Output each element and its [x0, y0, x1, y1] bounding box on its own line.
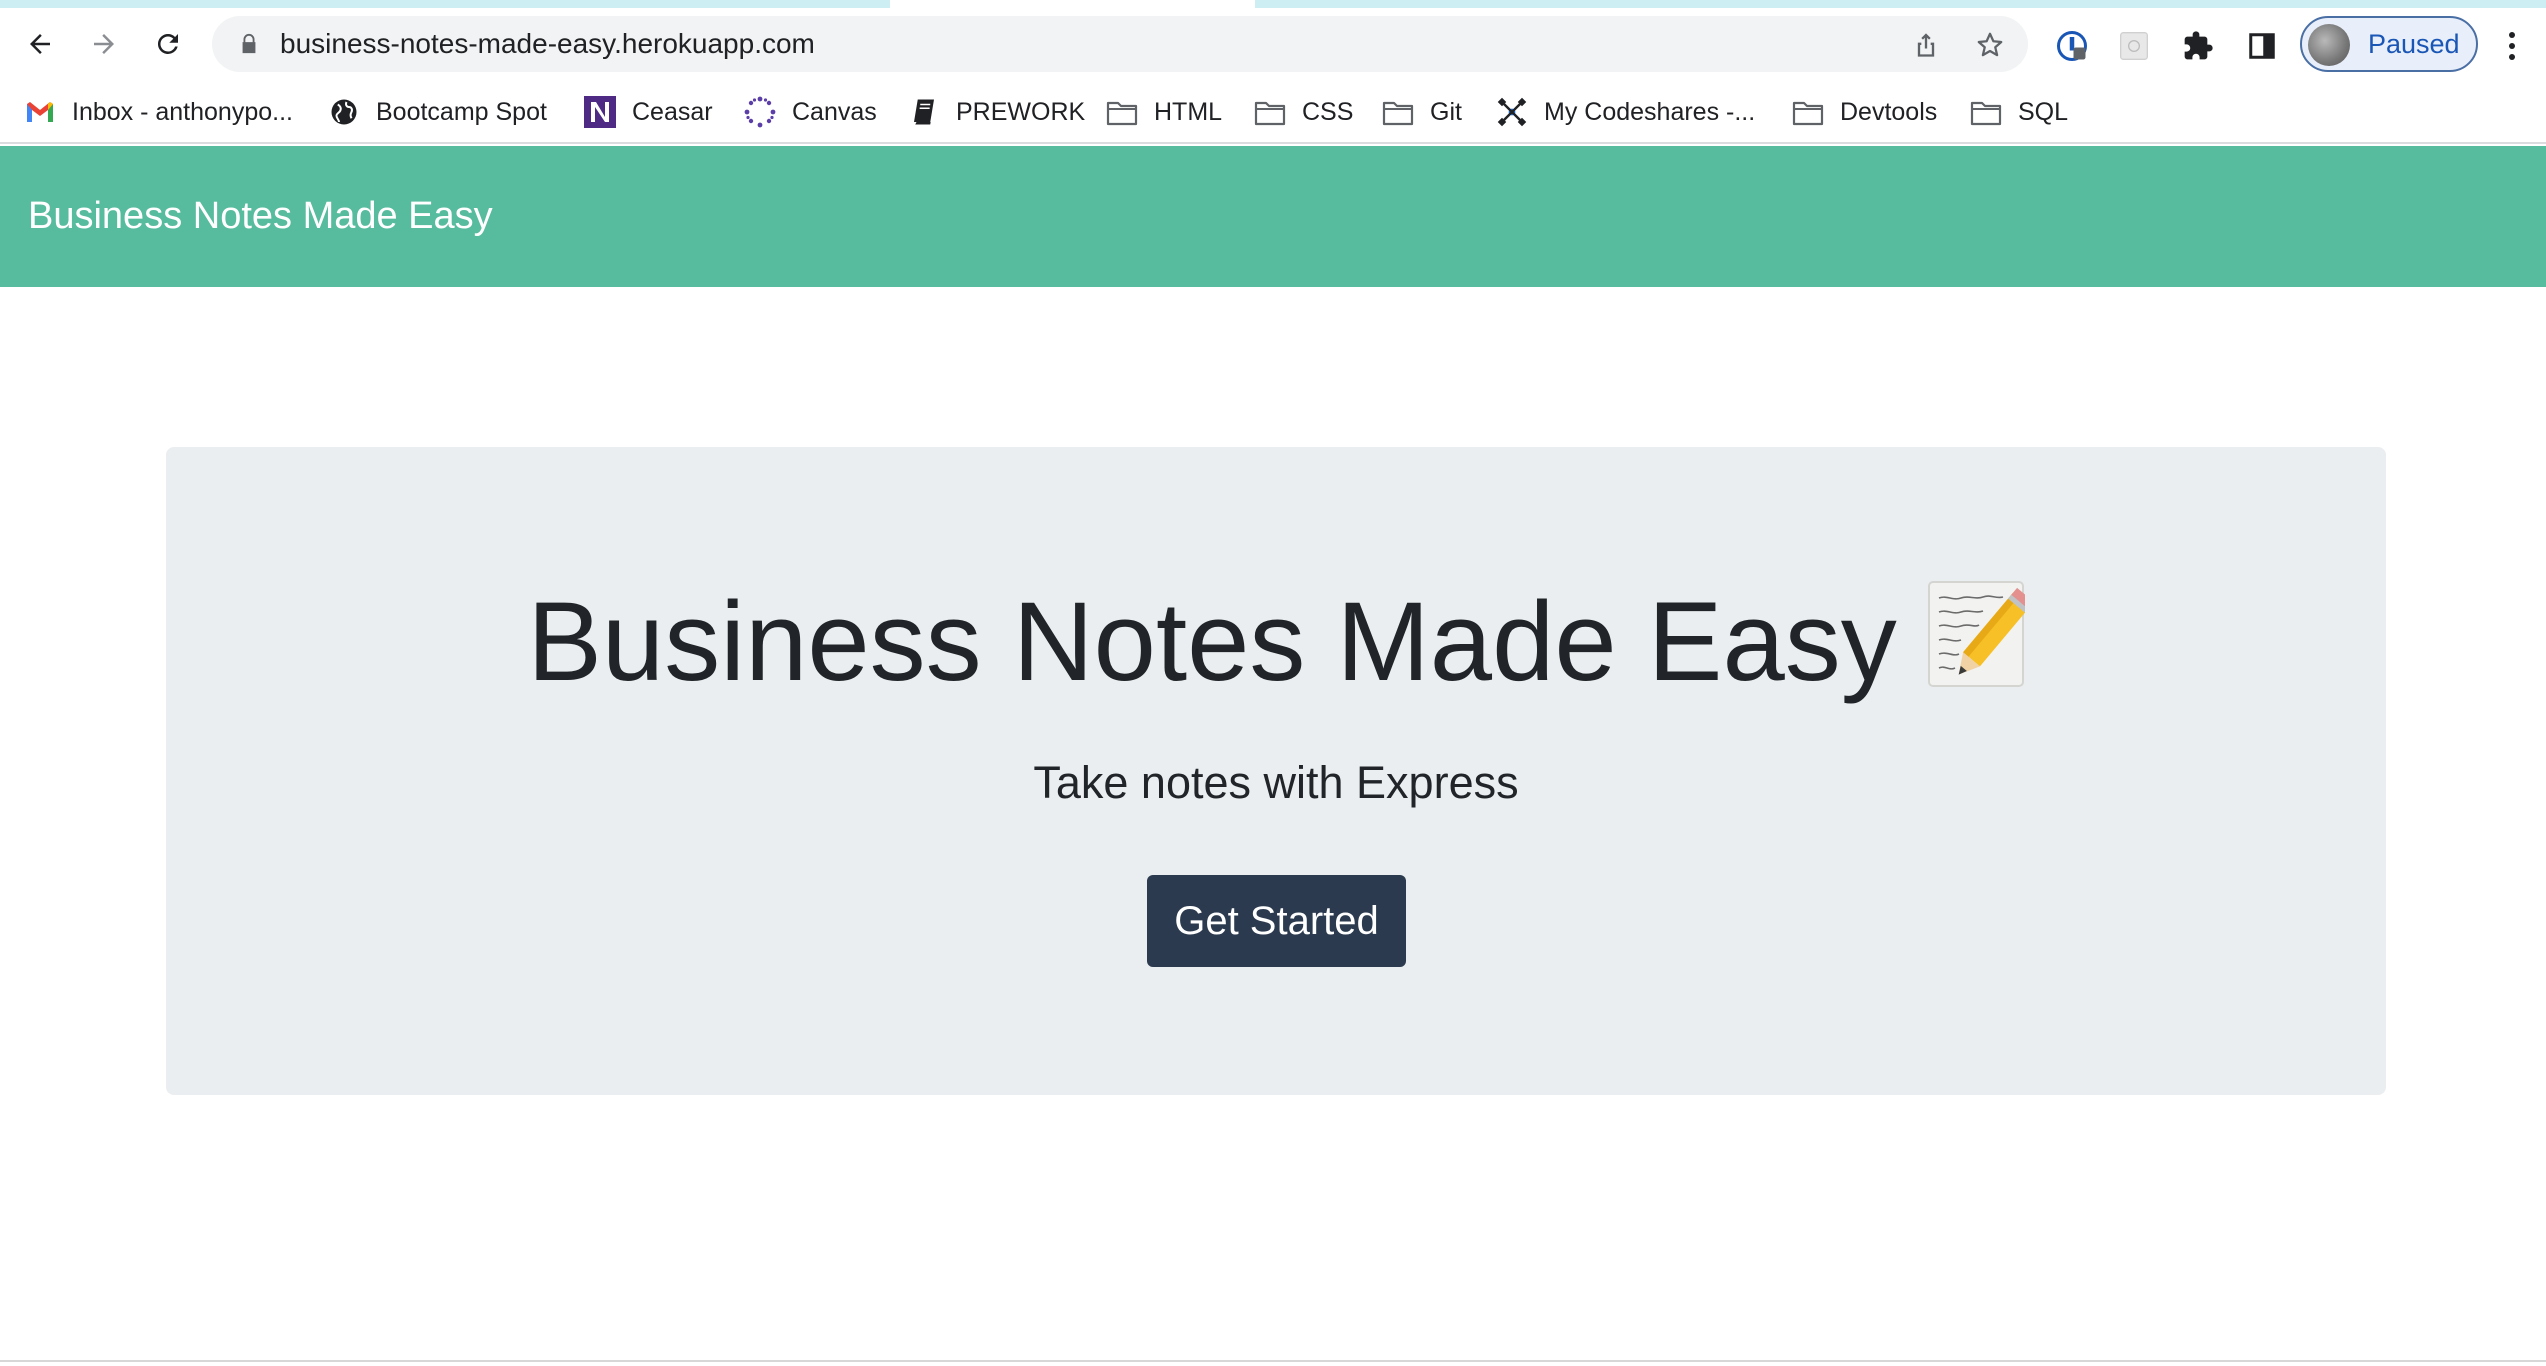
- divider: [0, 1360, 2546, 1362]
- bookmark-label: Bootcamp Spot: [376, 97, 547, 126]
- bookmark-label: SQL: [2018, 97, 2069, 126]
- bookmark-label: PREWORK: [956, 97, 1086, 126]
- arrow-left-icon: [30, 34, 50, 54]
- bookmark-folder-css[interactable]: CSS: [1254, 92, 1353, 132]
- reload-icon: [157, 33, 178, 54]
- forward-button[interactable]: [84, 24, 124, 64]
- active-tab[interactable]: [890, 0, 1255, 8]
- share-icon: [1917, 33, 1935, 57]
- share-button[interactable]: [1910, 29, 1942, 61]
- bookmark-ceasar[interactable]: Ceasar: [584, 92, 713, 132]
- bookmark-prework[interactable]: PREWORK: [908, 92, 1085, 132]
- site-navbar: Business Notes Made Easy: [0, 146, 2546, 287]
- folder-icon: [1792, 96, 1824, 128]
- bookmark-label: Ceasar: [632, 97, 713, 126]
- back-button[interactable]: [20, 24, 60, 64]
- extensions-button[interactable]: [2180, 28, 2216, 64]
- lock-icon[interactable]: [238, 33, 260, 55]
- bookmark-bootcamp-spot[interactable]: Bootcamp Spot: [328, 92, 547, 132]
- tab-strip: [0, 0, 2546, 8]
- bookmark-folder-html[interactable]: HTML: [1106, 92, 1222, 132]
- side-panel-icon: [2249, 33, 2275, 59]
- memo-icon: [1927, 578, 2034, 688]
- bookmark-label: Inbox - anthonypo...: [72, 97, 293, 126]
- bookmark-label: Git: [1430, 97, 1462, 126]
- hero-title-text: Business Notes Made Easy: [527, 579, 1897, 704]
- codeshare-icon: [1496, 96, 1528, 128]
- bookmark-label: Canvas: [792, 97, 877, 126]
- profile-button[interactable]: Paused: [2300, 16, 2478, 72]
- hero-jumbotron: Business Notes Made Easy Take notes with…: [166, 447, 2386, 1095]
- bookmark-label: My Codeshares -...: [1544, 97, 1756, 126]
- bookmark-canvas[interactable]: Canvas: [744, 92, 877, 132]
- folder-icon: [1254, 96, 1286, 128]
- bookmark-inbox[interactable]: Inbox - anthonypo...: [24, 92, 293, 132]
- extension-2[interactable]: [2116, 28, 2152, 64]
- book-icon: [908, 96, 940, 128]
- bookmark-codeshares[interactable]: My Codeshares -...: [1496, 92, 1755, 132]
- folder-icon: [1382, 96, 1414, 128]
- bookmark-label: HTML: [1154, 97, 1223, 126]
- hero-title: Business Notes Made Easy: [166, 577, 2386, 707]
- northwestern-icon: [584, 96, 616, 128]
- address-bar[interactable]: business-notes-made-easy.herokuapp.com: [212, 16, 2028, 72]
- reload-button[interactable]: [148, 24, 188, 64]
- navbar-brand[interactable]: Business Notes Made Easy: [28, 146, 493, 287]
- avatar: [2308, 24, 2350, 66]
- get-started-button[interactable]: Get Started: [1147, 875, 1406, 967]
- folder-icon: [1970, 96, 2002, 128]
- bookmark-label: CSS: [1302, 97, 1354, 126]
- extension-grid-icon: [2120, 32, 2148, 60]
- puzzle-icon: [2184, 31, 2213, 60]
- bookmark-star-button[interactable]: [1974, 29, 2006, 61]
- bookmark-folder-sql[interactable]: SQL: [1970, 92, 2068, 132]
- profile-status: Paused: [2368, 29, 2460, 59]
- gmail-icon: [24, 96, 56, 128]
- bookmark-label: Devtools: [1840, 97, 1938, 126]
- bookmark-folder-git[interactable]: Git: [1382, 92, 1462, 132]
- arrow-right-icon: [94, 34, 114, 54]
- kebab-menu-icon[interactable]: [2500, 30, 2524, 62]
- browser-toolbar: business-notes-made-easy.herokuapp.com P…: [0, 8, 2546, 80]
- canvas-icon: [744, 96, 776, 128]
- password-manager-extension[interactable]: [2054, 28, 2090, 64]
- password-manager-icon: [2057, 31, 2087, 61]
- folder-icon: [1106, 96, 1138, 128]
- star-icon: [1977, 32, 2003, 57]
- globe-icon: [328, 96, 360, 128]
- url-text[interactable]: business-notes-made-easy.herokuapp.com: [280, 16, 815, 72]
- side-panel-button[interactable]: [2244, 28, 2280, 64]
- bookmark-folder-devtools[interactable]: Devtools: [1792, 92, 1937, 132]
- hero-subtitle: Take notes with Express: [1033, 757, 1519, 808]
- bookmarks-bar: Inbox - anthonypo... Bootcamp Spot Ceasa…: [0, 80, 2546, 144]
